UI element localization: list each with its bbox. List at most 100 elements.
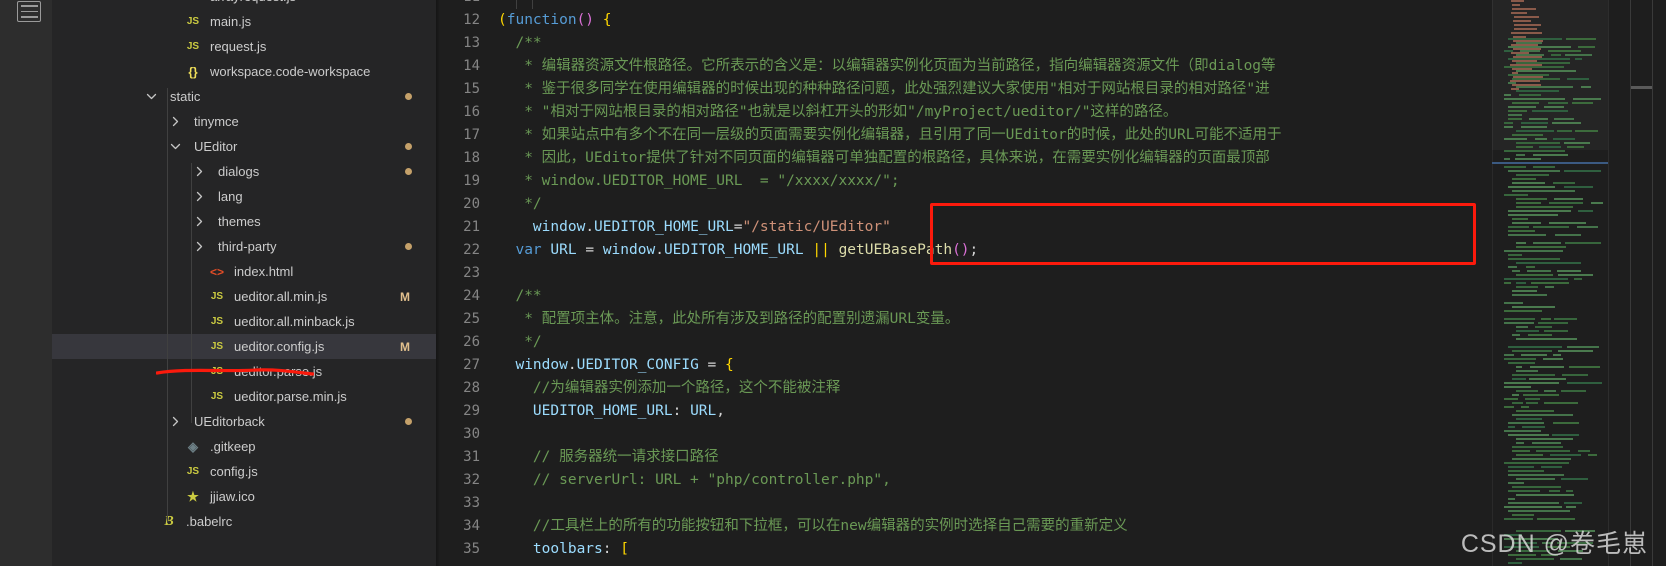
- minimap-line: [1578, 210, 1594, 212]
- twisty-placeholder: [168, 459, 182, 484]
- code-text: (function() {: [498, 9, 1666, 32]
- file-tree-row[interactable]: UEditorback: [52, 409, 436, 434]
- minimap-line: [1541, 318, 1551, 320]
- line-number: 14: [463, 58, 480, 74]
- file-tree-row[interactable]: JS ueditor.all.min.js M: [52, 284, 436, 309]
- minimap-line: [1566, 146, 1585, 148]
- file-tree-row[interactable]: themes: [52, 209, 436, 234]
- minimap-line: [1504, 50, 1513, 52]
- code-line[interactable]: 22 var URL = window.UEDITOR_HOME_URL || …: [436, 0, 1666, 262]
- minimap-line: [1516, 410, 1554, 412]
- minimap-line: [1508, 210, 1571, 212]
- file-tree-row[interactable]: dialogs: [52, 159, 436, 184]
- code-line[interactable]: 11: [436, 0, 1666, 9]
- minimap-line: [1512, 290, 1537, 292]
- chevron-right-icon[interactable]: [168, 409, 182, 434]
- file-tree-row[interactable]: JS ueditor.config.js M: [52, 334, 436, 359]
- code-line[interactable]: 33: [436, 0, 1666, 515]
- file-tree-row[interactable]: static: [52, 84, 436, 109]
- code-line[interactable]: 17 * 如果站点中有多个不在同一层级的页面需要实例化编辑器，且引用了同一UEd…: [436, 0, 1666, 147]
- file-tree-row[interactable]: ◈ .gitkeep: [52, 434, 436, 459]
- minimap-content-edge: [1608, 0, 1609, 566]
- file-tree-row[interactable]: JS arrayrequest.js: [52, 0, 436, 9]
- code-line[interactable]: 15 * 鉴于很多同学在使用编辑器的时候出现的种种路径问题，此处强烈建议大家使用…: [436, 0, 1666, 101]
- code-line[interactable]: 26 */: [436, 0, 1666, 354]
- minimap-line: [1504, 354, 1514, 356]
- file-tree-row[interactable]: JS ueditor.parse.js: [52, 359, 436, 384]
- code-line[interactable]: 19 * window.UEDITOR_HOME_URL = "/xxxx/xx…: [436, 0, 1666, 193]
- code-line[interactable]: 12 (function() {: [436, 9, 1666, 32]
- code-line[interactable]: 31 // 服务器统一请求接口路径: [436, 0, 1666, 469]
- minimap-line: [1537, 322, 1568, 324]
- minimap-line: [1512, 414, 1573, 416]
- minimap[interactable]: [1492, 0, 1609, 566]
- minimap-line: [1566, 382, 1602, 384]
- code-line[interactable]: 18 * 因此，UEditor提供了针对不同页面的编辑器可单独配置的根路径，具体…: [436, 0, 1666, 170]
- code-line[interactable]: 21 window.UEDITOR_HOME_URL="/static/UEdi…: [436, 0, 1666, 239]
- file-tree-row[interactable]: JS main.js: [52, 9, 436, 34]
- line-number: 25: [463, 311, 480, 327]
- minimap-line: [1508, 362, 1536, 364]
- file-tree-row[interactable]: ★ jjiaw.ico: [52, 484, 436, 509]
- code-line[interactable]: 13 /**: [436, 0, 1666, 55]
- code-line[interactable]: 32 // serverUrl: URL + "php/controller.p…: [436, 0, 1666, 492]
- code-line[interactable]: 23: [436, 0, 1666, 285]
- minimap-line: [1538, 146, 1561, 148]
- file-tree-row[interactable]: B .babelrc: [52, 509, 436, 534]
- chevron-right-icon[interactable]: [192, 209, 206, 234]
- code-token: * 鉴于很多同学在使用编辑器的时候出现的种种路径问题，此处强烈建议大家使用"相对…: [498, 81, 1270, 97]
- minimap-line: [1560, 390, 1586, 392]
- minimap-line: [1549, 222, 1587, 224]
- minimap-line: [1508, 118, 1522, 120]
- chevron-down-icon[interactable]: [144, 84, 158, 109]
- code-line[interactable]: 24 /**: [436, 0, 1666, 308]
- code-line[interactable]: 14 * 编辑器资源文件根路径。它所表示的含义是：以编辑器实例化页面为当前路径，…: [436, 0, 1666, 78]
- code-token: * 编辑器资源文件根路径。它所表示的含义是：以编辑器实例化页面为当前路径，指向编…: [498, 58, 1276, 74]
- explorer-sidebar[interactable]: JS arrayrequest.js JS main.js JS request.js {}…: [52, 0, 436, 566]
- code-token: (): [576, 12, 595, 28]
- code-lines[interactable]: 1112(function() {13 /**14 * 编辑器资源文件根路径。它…: [436, 0, 1666, 561]
- scrollbar-thumb[interactable]: [1631, 86, 1652, 89]
- code-token: (): [952, 242, 970, 258]
- code-token: ;: [969, 242, 979, 258]
- file-tree[interactable]: JS arrayrequest.js JS main.js JS request.js {}…: [52, 0, 436, 534]
- chevron-right-icon[interactable]: [192, 184, 206, 209]
- code-token: =: [698, 357, 726, 373]
- outline-list-icon[interactable]: [17, 1, 41, 22]
- file-tree-row[interactable]: tinymce: [52, 109, 436, 134]
- file-tree-row[interactable]: JS request.js: [52, 34, 436, 59]
- code-line[interactable]: 20 */: [436, 0, 1666, 216]
- file-tree-row[interactable]: third-party: [52, 234, 436, 259]
- code-line[interactable]: 28 //为编辑器实例添加一个路径，这个不能被注释: [436, 0, 1666, 400]
- code-line[interactable]: 25 * 配置项主体。注意，此处所有涉及到路径的配置别遗漏URL变量。: [436, 0, 1666, 331]
- file-tree-row[interactable]: {} workspace.code-workspace: [52, 59, 436, 84]
- code-line[interactable]: 27 window.UEDITOR_CONFIG = {: [436, 0, 1666, 377]
- code-token: URL: [550, 242, 577, 258]
- minimap-line: [1508, 106, 1537, 108]
- file-tree-row[interactable]: JS ueditor.all.minback.js: [52, 309, 436, 334]
- code-line[interactable]: 16 * "相对于网站根目录的相对路径"也就是以斜杠开头的形如"/myProje…: [436, 0, 1666, 124]
- file-tree-row[interactable]: <> index.html: [52, 259, 436, 284]
- chevron-down-icon[interactable]: [168, 134, 182, 159]
- js-file-icon: JS: [210, 291, 224, 302]
- file-tree-row[interactable]: lang: [52, 184, 436, 209]
- scrollbar-track[interactable]: [1652, 0, 1653, 566]
- file-name-label: ueditor.config.js: [234, 339, 325, 354]
- minimap-line: [1508, 38, 1563, 40]
- chevron-right-icon[interactable]: [192, 159, 206, 184]
- code-line[interactable]: 30: [436, 0, 1666, 446]
- twisty-placeholder: [168, 484, 182, 509]
- code-token: URL: [690, 403, 717, 419]
- code-editor[interactable]: 1112(function() {13 /**14 * 编辑器资源文件根路径。它…: [436, 0, 1666, 566]
- file-tree-row[interactable]: JS config.js: [52, 459, 436, 484]
- file-tree-row[interactable]: JS ueditor.parse.min.js: [52, 384, 436, 409]
- chevron-right-icon[interactable]: [192, 234, 206, 259]
- code-line[interactable]: 29 UEDITOR_HOME_URL: URL,: [436, 0, 1666, 423]
- file-tree-row[interactable]: UEditor: [52, 134, 436, 159]
- twisty-placeholder: [168, 9, 182, 34]
- js-file-icon: JS: [210, 391, 224, 402]
- chevron-right-icon[interactable]: [168, 109, 182, 134]
- code-text: /**: [498, 285, 1666, 308]
- minimap-line: [1556, 130, 1572, 132]
